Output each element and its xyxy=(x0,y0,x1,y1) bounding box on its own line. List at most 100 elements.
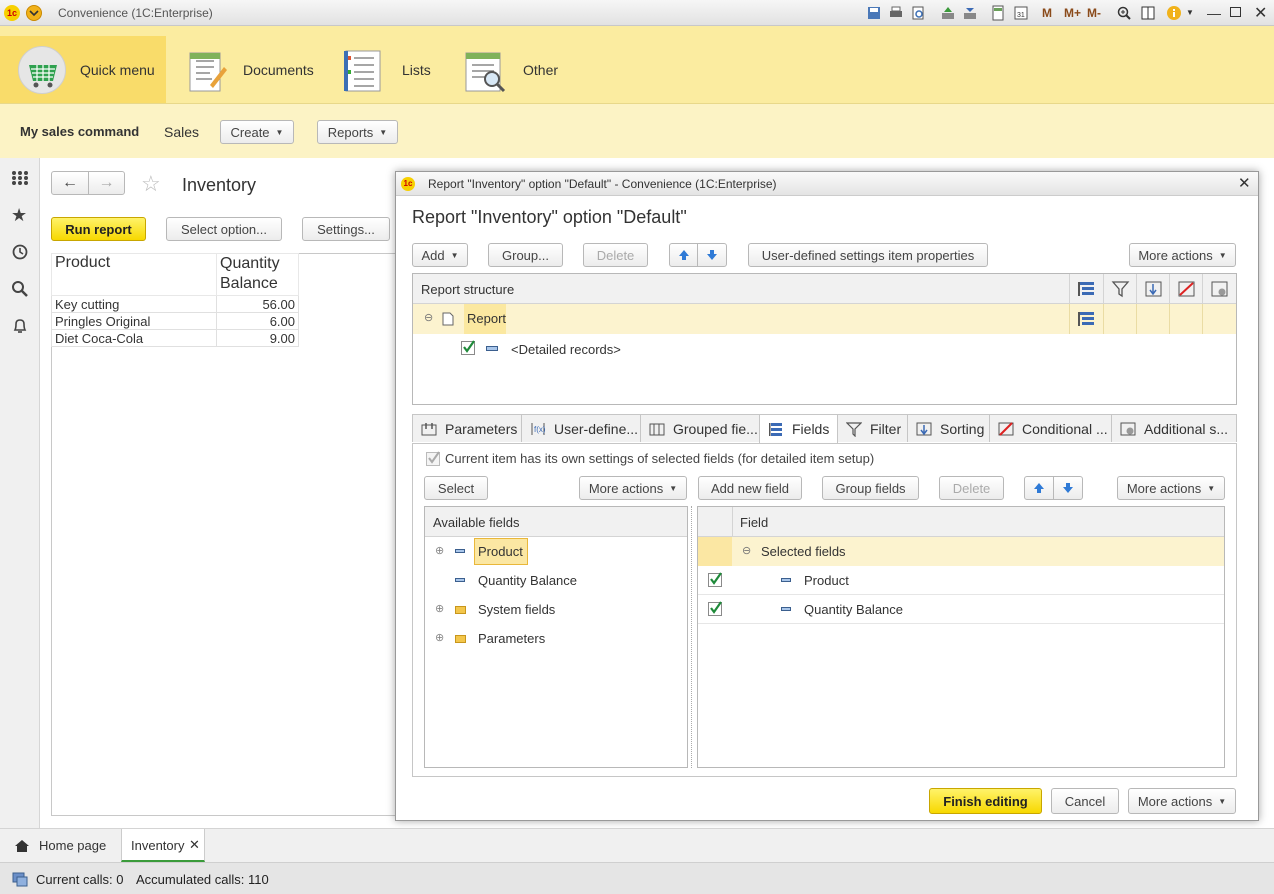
group-fields-button[interactable]: Group fields xyxy=(822,476,919,500)
available-fields-tree: Available fields ⊕ Product Quantity Bala… xyxy=(424,506,688,768)
field-checkbox[interactable] xyxy=(708,601,722,616)
tab-user-defined[interactable]: f(x) User-define... xyxy=(521,414,641,442)
memory-icon[interactable]: M xyxy=(1042,6,1052,20)
close-window-icon[interactable]: ✕ xyxy=(1254,3,1267,23)
conditional-format-column-icon[interactable] xyxy=(1169,274,1202,304)
tab-user-defined-label: User-define... xyxy=(554,420,639,437)
table-row[interactable]: Diet Coca-Cola 9.00 xyxy=(51,329,299,347)
selected-fields-group-row[interactable]: ⊖ Selected fields xyxy=(698,537,1224,566)
collapse-icon[interactable]: ⊖ xyxy=(742,544,751,557)
selected-field-product[interactable]: Product xyxy=(698,566,1224,595)
move-up-button[interactable] xyxy=(669,243,698,267)
available-field-product[interactable]: ⊕ Product xyxy=(425,537,687,566)
available-more-actions-button[interactable]: More actions ▼ xyxy=(579,476,687,500)
groupings-column-icon[interactable] xyxy=(1069,274,1103,304)
calendar-icon[interactable]: 31 xyxy=(1013,5,1029,21)
tab-filter[interactable]: Filter xyxy=(837,414,908,442)
download-icon[interactable] xyxy=(962,5,978,21)
detailed-records-checkbox[interactable] xyxy=(461,340,475,355)
maximize-icon[interactable] xyxy=(1230,7,1241,17)
splitter[interactable] xyxy=(691,506,692,768)
memory-minus-icon[interactable]: M- xyxy=(1087,6,1101,20)
tab-fields[interactable]: Fields xyxy=(759,414,838,443)
expand-icon[interactable]: ⊕ xyxy=(435,602,444,615)
save-icon[interactable] xyxy=(866,5,882,21)
additional-settings-column-icon[interactable] xyxy=(1202,274,1236,304)
finish-editing-button[interactable]: Finish editing xyxy=(929,788,1042,814)
structure-row-report[interactable]: ⊖ Report xyxy=(413,304,1236,334)
section-other[interactable]: Other xyxy=(462,36,582,103)
close-tab-icon[interactable]: ✕ xyxy=(189,837,200,853)
section-documents[interactable]: Documents xyxy=(184,36,334,103)
structure-row-detailed-records[interactable]: <Detailed records> xyxy=(413,334,1236,362)
sales-link[interactable]: Sales xyxy=(164,124,199,140)
grouped-fields-icon xyxy=(649,423,665,435)
available-field-system-fields[interactable]: ⊕ System fields xyxy=(425,595,687,624)
available-field-quantity-balance[interactable]: Quantity Balance xyxy=(425,566,687,595)
notifications-bell-icon[interactable] xyxy=(11,317,29,335)
favorites-star-icon[interactable]: ★ xyxy=(11,205,27,226)
section-lists[interactable]: Lists xyxy=(340,36,450,103)
filter-column-icon[interactable] xyxy=(1103,274,1136,304)
selected-fields-tree: Field ⊖ Selected fields Product Quantity… xyxy=(697,506,1225,768)
field-down-button[interactable] xyxy=(1053,476,1083,500)
sort-column-icon[interactable] xyxy=(1136,274,1169,304)
delete-button[interactable]: Delete xyxy=(583,243,648,267)
minimize-icon[interactable]: — xyxy=(1207,5,1221,21)
select-option-button[interactable]: Select option... xyxy=(166,217,282,241)
collapse-icon[interactable]: ⊖ xyxy=(424,311,433,324)
history-icon[interactable] xyxy=(11,243,29,261)
home-page-tab[interactable]: Home page xyxy=(8,829,120,862)
create-button[interactable]: Create ▼ xyxy=(220,120,294,144)
tab-conditional-appearance[interactable]: Conditional ... xyxy=(989,414,1112,442)
preview-icon[interactable] xyxy=(910,5,926,21)
search-icon[interactable] xyxy=(11,280,29,298)
add-button[interactable]: Add ▼ xyxy=(412,243,468,267)
group-button[interactable]: Group... xyxy=(488,243,563,267)
panels-icon[interactable] xyxy=(1140,5,1156,21)
table-row[interactable]: Key cutting 56.00 xyxy=(51,295,299,313)
inventory-tab[interactable]: Inventory ✕ xyxy=(121,829,205,862)
move-down-button[interactable] xyxy=(697,243,727,267)
expand-icon[interactable]: ⊕ xyxy=(435,631,444,644)
favorite-star-icon[interactable]: ☆ xyxy=(141,171,161,197)
own-settings-checkbox[interactable] xyxy=(426,451,440,466)
memory-plus-icon[interactable]: M+ xyxy=(1064,6,1081,20)
tab-grouped-fields[interactable]: Grouped fie... xyxy=(640,414,760,442)
field-up-button[interactable] xyxy=(1024,476,1054,500)
calculator-icon[interactable] xyxy=(990,5,1006,21)
dropdown-arrow-icon: ▼ xyxy=(1218,796,1227,806)
section-quick-menu[interactable]: Quick menu xyxy=(0,36,166,103)
add-new-field-button[interactable]: Add new field xyxy=(698,476,802,500)
cancel-button[interactable]: Cancel xyxy=(1051,788,1119,814)
upload-icon[interactable] xyxy=(940,5,956,21)
delete-field-button[interactable]: Delete xyxy=(939,476,1004,500)
table-row[interactable]: Pringles Original 6.00 xyxy=(51,312,299,330)
reports-button[interactable]: Reports ▼ xyxy=(317,120,398,144)
select-field-button[interactable]: Select xyxy=(424,476,488,500)
tab-additional-settings[interactable]: Additional s... xyxy=(1111,414,1237,442)
main-menu-icon[interactable] xyxy=(26,5,42,21)
forward-button[interactable]: → xyxy=(88,171,125,195)
more-actions-button[interactable]: More actions ▼ xyxy=(1129,243,1236,267)
back-button[interactable]: ← xyxy=(51,171,89,195)
field-checkbox[interactable] xyxy=(708,572,722,587)
zoom-icon[interactable] xyxy=(1116,5,1132,21)
report-settings-dialog: 1c Report "Inventory" option "Default" -… xyxy=(395,171,1259,821)
available-field-parameters[interactable]: ⊕ Parameters xyxy=(425,624,687,653)
selected-field-quantity-balance[interactable]: Quantity Balance xyxy=(698,595,1224,624)
dropdown-arrow-icon: ▼ xyxy=(669,483,678,493)
tab-sorting[interactable]: Sorting xyxy=(907,414,990,442)
tab-parameters[interactable]: Parameters xyxy=(412,414,522,442)
info-icon[interactable] xyxy=(1166,5,1182,21)
print-icon[interactable] xyxy=(888,5,904,21)
run-report-button[interactable]: Run report xyxy=(51,217,146,241)
close-dialog-icon[interactable]: ✕ xyxy=(1238,174,1251,192)
user-defined-properties-button[interactable]: User-defined settings item properties xyxy=(748,243,988,267)
info-dropdown-icon[interactable]: ▼ xyxy=(1186,8,1194,17)
footer-more-actions-button[interactable]: More actions ▼ xyxy=(1128,788,1236,814)
all-functions-icon[interactable] xyxy=(11,170,29,186)
expand-icon[interactable]: ⊕ xyxy=(435,544,444,557)
settings-button[interactable]: Settings... xyxy=(302,217,390,241)
selected-more-actions-button[interactable]: More actions ▼ xyxy=(1117,476,1225,500)
